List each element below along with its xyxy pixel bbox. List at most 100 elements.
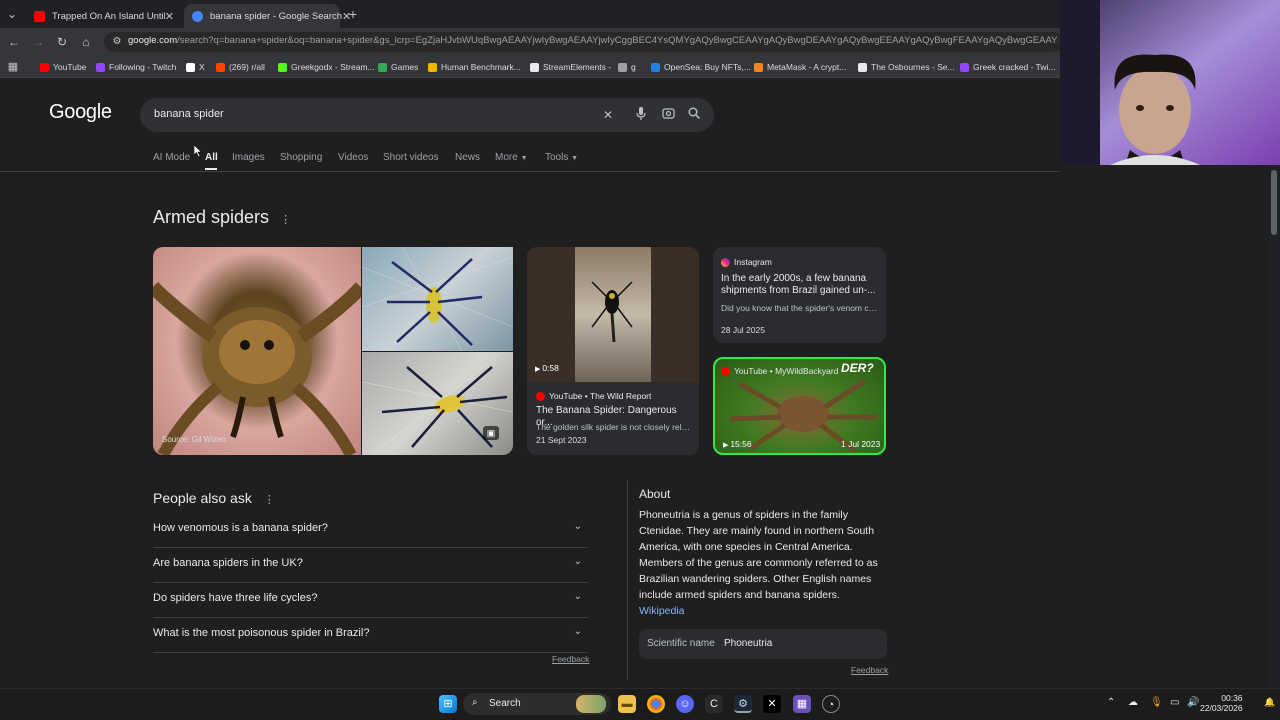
bookmark-item[interactable]: Games [378,61,418,73]
search-input[interactable]: banana spider [154,108,224,120]
more-options-icon[interactable]: ⋮ [280,214,291,226]
bookmark-item[interactable]: (269) r/all [216,61,265,73]
back-arrow-icon[interactable]: ← [6,34,22,50]
image-gallery-icon[interactable]: ▣ [483,426,499,440]
google-logo[interactable]: Google [49,101,112,124]
divider [0,171,1060,172]
microphone-icon[interactable] [633,107,649,123]
chevron-down-icon[interactable]: ⌄ [574,521,582,532]
paa-question[interactable]: Are banana spiders in the UK? ⌄ [153,548,588,583]
video-thumbnail[interactable]: ▶ 0:58 [527,247,699,382]
taskbar-search[interactable]: ⌕ Search [463,693,611,715]
tab-tools[interactable]: Tools ▼ [545,152,578,163]
apps-grid-icon[interactable]: ▦ [5,59,21,75]
bookmark-favicon-icon [186,62,195,72]
microphone-tray-icon[interactable]: 🎙 [1150,697,1163,708]
tab-news[interactable]: News [455,152,480,163]
tab-shopping[interactable]: Shopping [280,152,322,163]
chevron-down-icon[interactable]: ⌄ [574,626,582,637]
banana-spider-web-image[interactable]: ▣ [362,352,513,455]
tab-google-search[interactable]: banana spider - Google Search ✕ [184,4,351,28]
mouse-cursor-icon [193,144,203,163]
chevron-down-icon[interactable]: ⌄ [574,556,582,567]
close-icon[interactable]: ✕ [165,10,174,23]
video-source-text: YouTube • MyWildBackyard [734,366,839,376]
lens-camera-icon[interactable] [660,107,676,123]
url-host: google.com [128,35,178,46]
bookmark-label: g [631,62,636,72]
ccleaner-icon[interactable]: C [705,695,723,713]
bookmark-item[interactable]: g [618,61,636,73]
instagram-title[interactable]: In the early 2000s, a few banana shipmen… [721,273,881,297]
bookmark-item[interactable]: Greek cracked - Twi... [960,61,1056,73]
windows-start-icon[interactable]: ⊞ [439,695,457,713]
scrollbar-thumb[interactable] [1271,170,1277,235]
obs-icon[interactable]: ◔ [822,695,840,713]
paa-question[interactable]: What is the most poisonous spider in Bra… [153,618,588,653]
bookmark-item[interactable]: MetaMask - A crypt... [754,61,846,73]
video-source[interactable]: YouTube • The Wild Report [536,391,651,401]
tab-short-videos[interactable]: Short videos [383,152,439,163]
home-icon[interactable]: ⌂ [78,34,94,50]
paa-question[interactable]: Do spiders have three life cycles? ⌄ [153,583,588,618]
app-grid-icon[interactable]: ▦ [793,695,811,713]
bookmark-item[interactable]: X [186,61,205,73]
tab-more[interactable]: More ▼ [495,152,528,163]
new-tab-button[interactable]: + [345,6,361,22]
file-explorer-icon[interactable]: ▬ [618,695,636,713]
url-text[interactable]: google.com/search?q=banana+spider&oq=ban… [128,35,1058,46]
bookmark-item[interactable]: The Osbournes - Se... [858,61,955,73]
x-app-icon[interactable]: ✕ [763,695,781,713]
chevron-down-icon[interactable]: ⌄ [574,591,582,602]
bookmark-item[interactable]: Greekgodx - Stream... [278,61,375,73]
paa-question-text: Do spiders have three life cycles? [153,592,318,604]
search-icon: ⌕ [472,697,478,708]
network-icon[interactable]: ▭ [1170,697,1179,708]
forward-arrow-icon[interactable]: → [30,34,46,50]
scientific-name-label: Scientific name [647,638,715,649]
taskbar-search-label: Search [489,698,521,709]
site-info-icon[interactable]: ⚙ [109,34,125,50]
search-icon[interactable] [686,107,702,123]
scientific-name-value[interactable]: Phoneutria [724,638,772,649]
tab-ai-mode[interactable]: AI Mode [153,152,190,163]
reload-icon[interactable]: ↻ [54,34,70,50]
bookmark-item[interactable]: StreamElements - [530,61,611,73]
duration-text: 0:58 [542,363,559,373]
bookmark-item[interactable]: Following - Twitch [96,61,176,73]
tab-all[interactable]: All [205,152,218,163]
search-box[interactable] [140,98,714,132]
volume-icon[interactable]: 🔊 [1187,697,1199,708]
tab-title: Trapped On An Island Until I Bu [52,10,165,22]
tray-overflow-icon[interactable]: ⌃ [1107,697,1115,708]
golden-orb-spider-image[interactable] [362,247,513,351]
video-source[interactable]: YouTube • MyWildBackyard [721,366,838,376]
scrollbar-track[interactable] [1268,165,1280,690]
clear-icon[interactable]: ✕ [600,107,616,123]
paa-feedback-link[interactable]: Feedback [552,654,589,664]
bookmark-label: Human Benchmark... [441,62,521,72]
bookmark-item[interactable]: Human Benchmark... [428,61,521,73]
steam-icon[interactable]: ⚙ [734,695,752,713]
cloud-icon[interactable]: ☁ [1128,697,1138,708]
bookmark-item[interactable]: YouTube [40,61,86,73]
video-thumbnail-2[interactable]: DER? YouTube • MyWildBackyard ▶ 15:56 1 … [713,357,886,455]
paa-question[interactable]: How venomous is a banana spider? ⌄ [153,513,588,548]
spider-closeup-image[interactable]: Source: Gil Wizen [153,247,361,455]
about-feedback-link[interactable]: Feedback [851,665,888,675]
chrome-icon[interactable] [647,695,665,713]
tab-videos[interactable]: Videos [338,152,368,163]
wikipedia-link[interactable]: Wikipedia [639,605,685,617]
bookmark-label: StreamElements - [543,62,612,72]
tab-images[interactable]: Images [232,152,265,163]
tab-youtube[interactable]: Trapped On An Island Until I Bu ✕ [26,4,182,28]
more-options-icon[interactable]: ⋮ [264,494,275,506]
tab-list-icon[interactable]: ⌄ [4,6,20,22]
bookmark-label: (269) r/all [229,62,265,72]
google-favicon-icon [192,10,203,22]
bookmark-item[interactable]: OpenSea: Buy NFTs,... [651,61,751,73]
instagram-source[interactable]: Instagram [721,257,772,267]
notification-icon[interactable]: 🔔 [1264,697,1275,708]
discord-icon[interactable]: ☺ [676,695,694,713]
system-clock[interactable]: 00:36 22/03/2026 [1200,693,1243,713]
